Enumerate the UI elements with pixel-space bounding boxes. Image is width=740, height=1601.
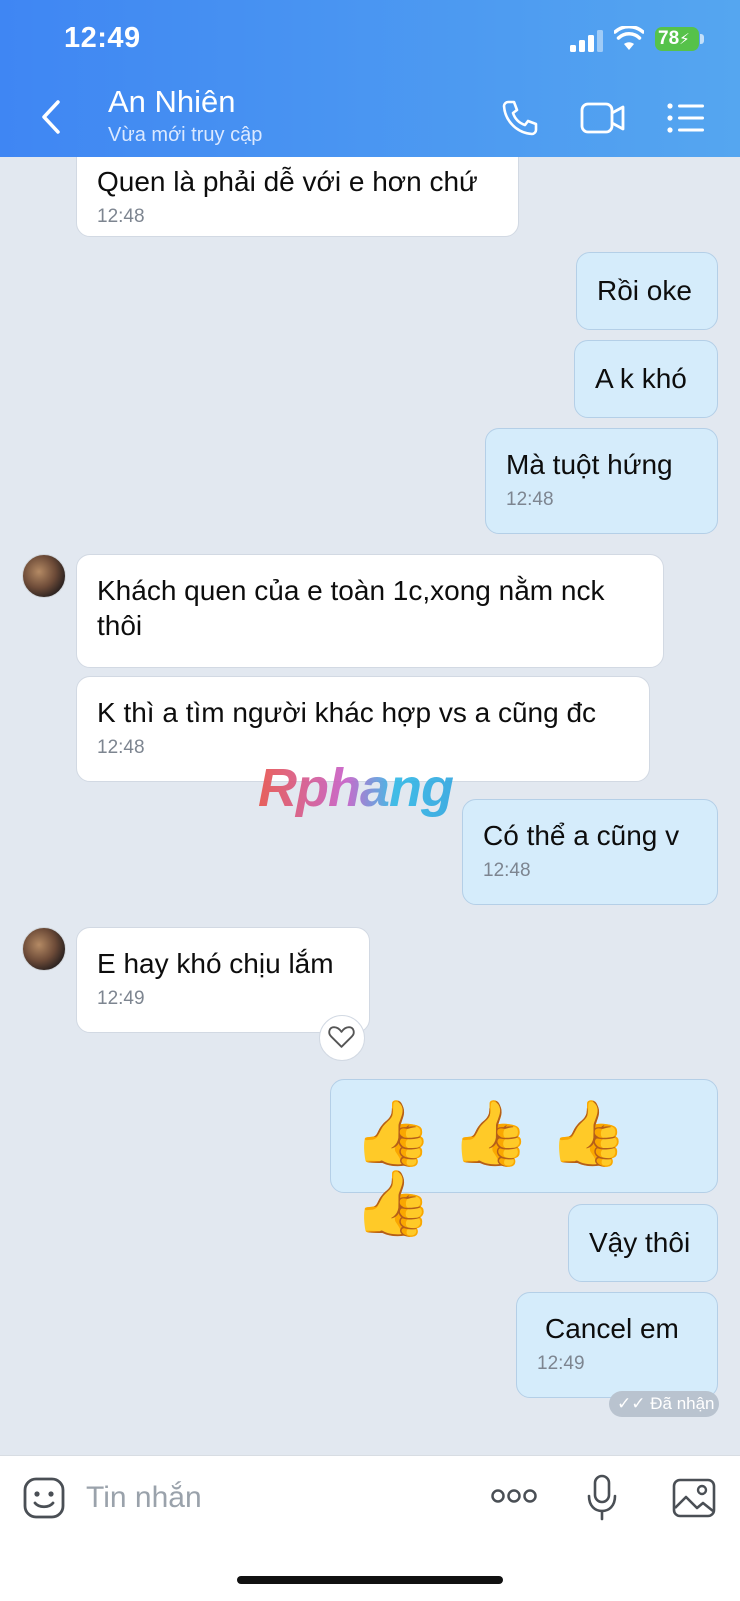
image-icon[interactable]	[672, 1478, 716, 1518]
wifi-icon	[614, 26, 644, 50]
message-incoming[interactable]: Quen là phải dễ với e hơn chứ 12:48	[76, 157, 519, 237]
message-input[interactable]	[84, 1474, 468, 1522]
heart-icon	[328, 1026, 355, 1048]
more-icon[interactable]	[490, 1486, 538, 1506]
message-text: Khách quen của e toàn 1c,xong nằm nck	[97, 575, 605, 606]
message-text: Rồi oke	[597, 275, 692, 306]
delivered-label: Đã nhận	[650, 1394, 715, 1413]
sticker-icon[interactable]	[22, 1476, 66, 1520]
battery-indicator: 78⚡	[655, 27, 699, 51]
contact-status: Vừa mới truy cập	[108, 124, 263, 146]
message-text: E hay khó chịu lắm	[97, 948, 334, 979]
video-call-icon[interactable]	[580, 99, 626, 137]
message-time: 12:48	[483, 860, 531, 881]
chat-header: 12:49 78⚡ An Nhiên Vừa mới truy cập	[0, 0, 740, 157]
message-text: K thì a tìm người khác hợp vs a cũng đc	[97, 697, 597, 728]
message-outgoing-emoji[interactable]: 👍 👍 👍 👍	[330, 1079, 718, 1238]
message-outgoing[interactable]: A k khó	[574, 340, 718, 418]
charging-icon: ⚡	[679, 31, 690, 48]
message-list[interactable]: Quen là phải dễ với e hơn chứ 12:48 Rồi …	[0, 157, 740, 1455]
delivered-status: ✓✓ Đã nhận	[609, 1391, 719, 1417]
status-time: 12:49	[64, 22, 141, 54]
mic-icon[interactable]	[586, 1474, 618, 1522]
message-outgoing[interactable]: Mà tuột hứng 12:48	[485, 428, 718, 534]
message-text-line2: thôi	[97, 610, 143, 641]
message-text: Cancel em	[545, 1313, 679, 1344]
home-indicator	[237, 1576, 503, 1584]
message-text: A k khó	[595, 363, 687, 394]
watermark-logo: Rphang	[258, 758, 454, 818]
avatar[interactable]	[22, 554, 66, 598]
back-icon[interactable]	[38, 98, 66, 136]
react-heart-button[interactable]	[319, 1015, 365, 1061]
signal-icon	[570, 30, 603, 52]
message-time: 12:49	[537, 1353, 585, 1374]
message-time: 12:48	[97, 737, 145, 758]
message-outgoing[interactable]: Vậy thôi	[568, 1204, 718, 1282]
message-time: 12:48	[506, 489, 554, 510]
composer-bar	[0, 1455, 740, 1601]
message-outgoing[interactable]: Rồi oke	[576, 252, 718, 330]
message-outgoing[interactable]: Cancel em 12:49	[516, 1292, 718, 1398]
message-outgoing[interactable]: Có thể a cũng v 12:48	[462, 799, 718, 905]
menu-icon[interactable]	[666, 102, 706, 134]
message-text: Có thể a cũng v	[483, 820, 680, 851]
double-check-icon: ✓✓	[617, 1394, 646, 1413]
message-time: 12:49	[97, 988, 145, 1009]
avatar[interactable]	[22, 927, 66, 971]
message-text: Quen là phải dễ với e hơn chứ	[97, 166, 478, 197]
message-text: Mà tuột hứng	[506, 449, 673, 480]
battery-level: 78	[658, 28, 680, 49]
message-time: 12:48	[97, 206, 145, 227]
phone-icon[interactable]	[500, 98, 540, 138]
contact-name[interactable]: An Nhiên	[108, 84, 236, 120]
message-incoming[interactable]: Khách quen của e toàn 1c,xong nằm nck th…	[76, 554, 664, 668]
message-text: Vậy thôi	[589, 1227, 691, 1258]
battery-tip	[700, 34, 704, 44]
